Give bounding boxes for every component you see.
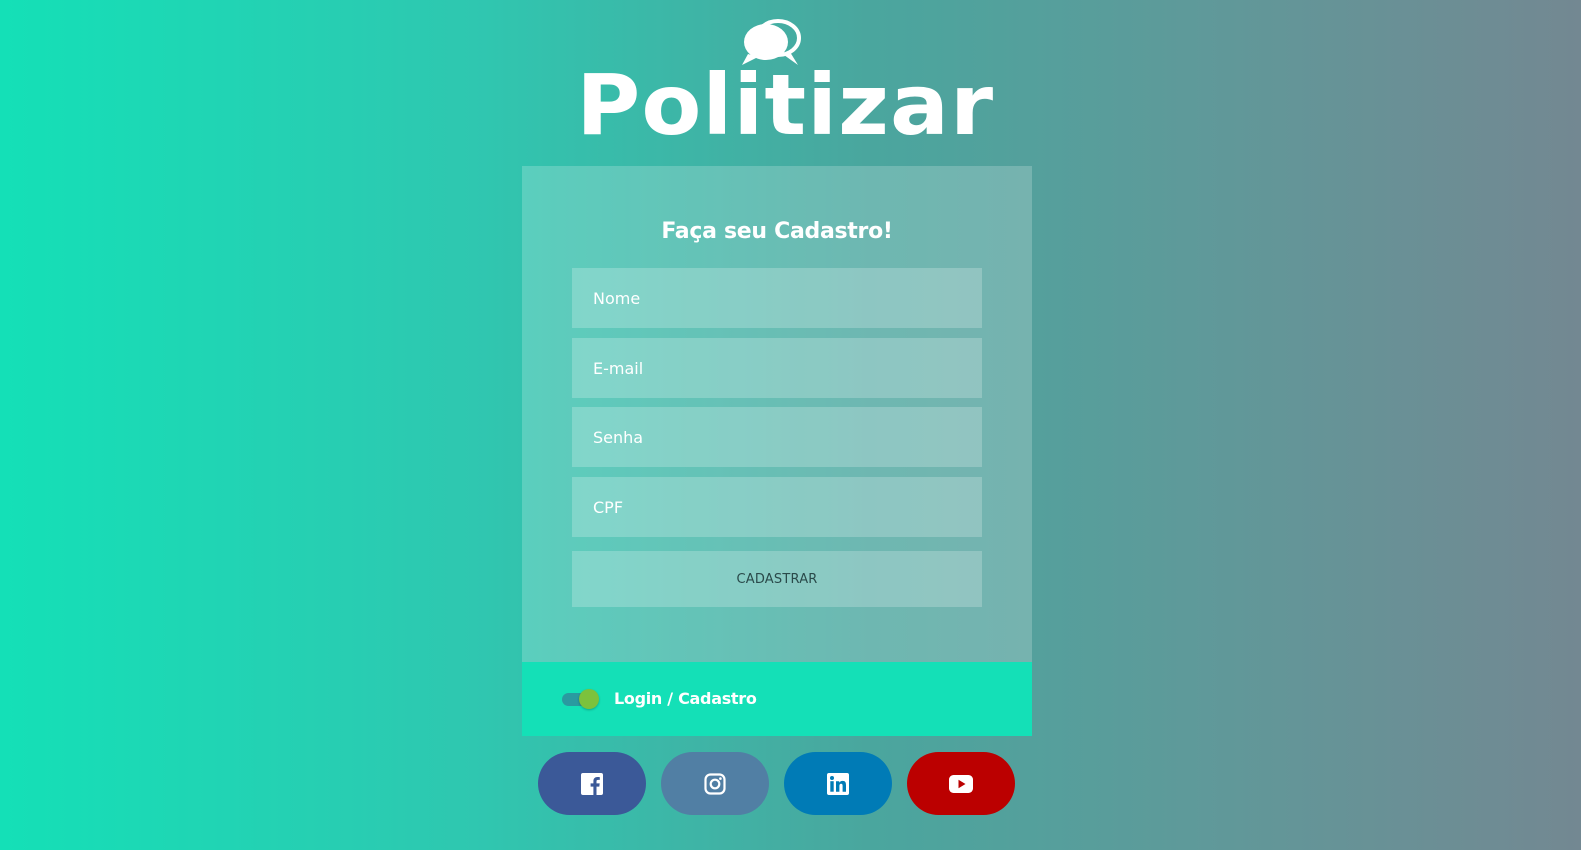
facebook-button[interactable] [538, 752, 646, 815]
linkedin-icon [827, 772, 849, 795]
email-input[interactable] [572, 338, 982, 398]
signup-card: Faça seu Cadastro! CADASTRAR [522, 166, 1032, 662]
instagram-icon [704, 772, 726, 795]
youtube-icon [949, 774, 973, 793]
brand-logo: Politizar [572, 16, 993, 150]
form-title: Faça seu Cadastro! [661, 219, 893, 244]
senha-input[interactable] [572, 407, 982, 467]
toggle-label: Login / Cadastro [614, 689, 757, 708]
login-signup-toggle-bar: Login / Cadastro [522, 662, 1032, 736]
nome-input[interactable] [572, 268, 982, 328]
logo-wordmark: Politizar [576, 56, 995, 154]
login-signup-toggle[interactable] [562, 689, 599, 709]
facebook-icon [581, 772, 603, 795]
youtube-button[interactable] [907, 752, 1015, 815]
cadastrar-button[interactable]: CADASTRAR [572, 551, 982, 607]
cpf-input[interactable] [572, 477, 982, 537]
instagram-button[interactable] [661, 752, 769, 815]
toggle-knob[interactable] [579, 689, 599, 709]
linkedin-button[interactable] [784, 752, 892, 815]
